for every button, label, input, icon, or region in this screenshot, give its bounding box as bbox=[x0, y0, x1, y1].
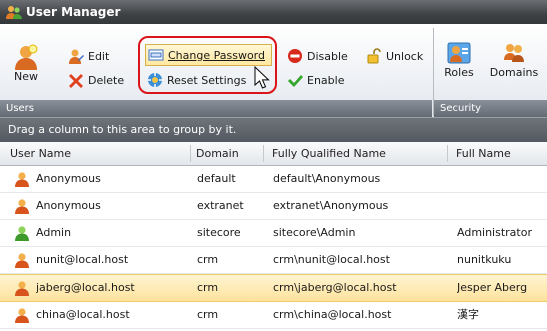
disable-button[interactable]: Disable bbox=[287, 46, 348, 66]
roles-label: Roles bbox=[444, 66, 474, 79]
column-divider[interactable] bbox=[190, 145, 191, 162]
mouse-cursor-icon bbox=[254, 66, 270, 89]
checkmark-icon bbox=[288, 75, 303, 87]
delete-user-button[interactable]: Delete bbox=[68, 70, 124, 90]
domains-icon bbox=[504, 44, 524, 62]
roles-button[interactable]: Roles bbox=[442, 40, 476, 79]
title-bar: User Manager bbox=[0, 0, 547, 24]
cell-fqn: sitecore\Admin bbox=[273, 226, 356, 239]
grid-body: Anonymous default default\Anonymous Anonymo… bbox=[0, 166, 547, 329]
cell-domain: crm bbox=[197, 281, 219, 294]
table-row[interactable]: jaberg@local.host crm crm\jaberg@local.hos… bbox=[0, 274, 547, 302]
cell-domain: default bbox=[197, 172, 236, 185]
change-password-label: Change Password bbox=[168, 48, 265, 62]
enable-button[interactable]: Enable bbox=[287, 70, 344, 90]
unlock-label: Unlock bbox=[386, 49, 424, 63]
cell-user-name: Anonymous bbox=[36, 172, 101, 185]
table-row[interactable]: nunit@local.host crm crm\nunit@local.host n… bbox=[0, 247, 547, 274]
edit-user-button[interactable]: Edit bbox=[68, 46, 109, 66]
security-group-label: Security bbox=[434, 100, 547, 117]
column-divider[interactable] bbox=[447, 145, 448, 162]
delete-icon bbox=[69, 74, 83, 88]
new-user-icon bbox=[15, 44, 38, 70]
cell-fqn: default\Anonymous bbox=[273, 172, 381, 185]
delete-user-label: Delete bbox=[88, 73, 125, 87]
table-row[interactable]: Admin sitecore sitecore\Admin Administrator bbox=[0, 220, 547, 247]
new-user-button[interactable]: New bbox=[8, 44, 44, 83]
cell-full-name: nunitkuku bbox=[457, 253, 512, 266]
cell-full-name: Jesper Aberg bbox=[457, 281, 528, 294]
column-header-domain[interactable]: Domain bbox=[196, 142, 239, 165]
column-header-fqn[interactable]: Fully Qualified Name bbox=[272, 142, 386, 165]
cell-fqn: crm\jaberg@local.host bbox=[273, 281, 397, 294]
user-manager-window: User Manager New Edit Delete Change Pass… bbox=[0, 0, 547, 331]
cell-full-name: Administrator bbox=[457, 226, 532, 239]
unlock-icon bbox=[367, 48, 381, 64]
grid-header: User Name Domain Fully Qualified Name Fu… bbox=[0, 142, 547, 166]
edit-user-label: Edit bbox=[88, 49, 110, 63]
users-app-icon bbox=[6, 6, 22, 19]
user-orange-icon bbox=[15, 281, 29, 296]
user-orange-icon bbox=[15, 253, 29, 268]
cell-fqn: crm\china@local.host bbox=[273, 308, 392, 321]
user-green-icon bbox=[15, 226, 29, 241]
cell-user-name: china@local.host bbox=[36, 308, 130, 321]
table-row[interactable]: Anonymous extranet extranet\Anonymous bbox=[0, 193, 547, 220]
user-orange-icon bbox=[15, 308, 29, 323]
disable-label: Disable bbox=[307, 49, 348, 63]
cell-user-name: Admin bbox=[36, 226, 72, 239]
group-by-area[interactable]: Drag a column to this area to group by i… bbox=[0, 118, 547, 142]
window-title: User Manager bbox=[26, 5, 121, 19]
cell-domain: extranet bbox=[197, 199, 244, 212]
group-by-hint: Drag a column to this area to group by i… bbox=[8, 123, 237, 136]
reset-settings-label: Reset Settings bbox=[167, 73, 247, 87]
cell-user-name: Anonymous bbox=[36, 199, 101, 212]
domains-button[interactable]: Domains bbox=[487, 40, 541, 79]
enable-label: Enable bbox=[307, 73, 345, 87]
domains-label: Domains bbox=[489, 66, 539, 79]
cell-domain: crm bbox=[197, 308, 219, 321]
cell-user-name: jaberg@local.host bbox=[36, 281, 135, 294]
password-field-icon bbox=[148, 49, 164, 61]
roles-icon bbox=[447, 42, 471, 64]
cell-full-name: 漢字 bbox=[457, 308, 479, 321]
column-divider[interactable] bbox=[263, 145, 264, 162]
reset-settings-icon bbox=[148, 73, 162, 87]
cell-fqn: extranet\Anonymous bbox=[273, 199, 389, 212]
edit-user-icon bbox=[69, 49, 84, 64]
cell-fqn: crm\nunit@local.host bbox=[273, 253, 390, 266]
users-group-label: Users bbox=[0, 100, 432, 117]
cell-domain: sitecore bbox=[197, 226, 241, 239]
table-row[interactable]: china@local.host crm crm\china@local.host 漢… bbox=[0, 302, 547, 329]
cell-full-name bbox=[457, 193, 547, 219]
change-password-button[interactable]: Change Password bbox=[145, 44, 272, 66]
cell-full-name bbox=[457, 166, 547, 192]
cell-domain: crm bbox=[197, 253, 219, 266]
cell-user-name: nunit@local.host bbox=[36, 253, 129, 266]
user-orange-icon bbox=[15, 199, 29, 214]
column-header-full-name[interactable]: Full Name bbox=[456, 142, 511, 165]
ribbon: New Edit Delete Change Password Reset Se… bbox=[0, 24, 547, 118]
column-header-user-name[interactable]: User Name bbox=[10, 142, 71, 165]
new-user-label: New bbox=[14, 70, 38, 83]
disable-icon bbox=[288, 49, 302, 63]
reset-settings-button[interactable]: Reset Settings bbox=[147, 70, 246, 90]
user-orange-icon bbox=[15, 172, 29, 187]
table-row[interactable]: Anonymous default default\Anonymous bbox=[0, 166, 547, 193]
unlock-button[interactable]: Unlock bbox=[366, 46, 423, 66]
